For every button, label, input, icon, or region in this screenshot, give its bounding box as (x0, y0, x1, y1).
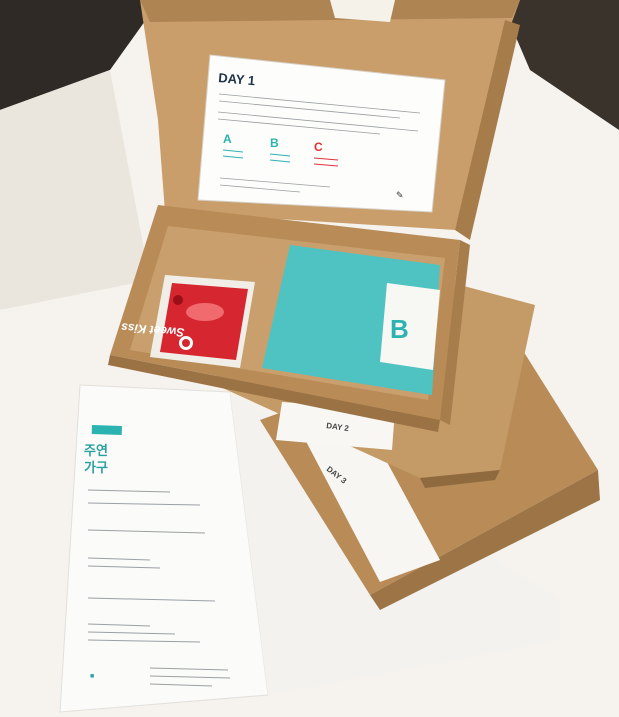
option-a-letter: A (223, 132, 232, 146)
lid-card-title: DAY 1 (218, 70, 256, 88)
teal-card-label-area (380, 283, 440, 370)
lid-card: DAY 1 A B C ✎ (197, 54, 446, 213)
photo-scene: 주연 가구 ■ DAY 3 DAY 2 DAY 1 A B C ✎ Sweet … (0, 0, 619, 717)
option-c-letter: C (314, 140, 323, 154)
worksheet-tag (91, 425, 122, 436)
worksheet-heading-line1: 주연 (84, 443, 108, 458)
scene-svg: 주연 가구 ■ DAY 3 DAY 2 DAY 1 A B C ✎ Sweet … (0, 0, 619, 717)
teal-card-letter: B (390, 314, 409, 344)
box-day1-lid: DAY 1 A B C ✎ (140, 0, 520, 240)
option-b-letter: B (270, 136, 279, 150)
worksheet-footer-mark: ■ (90, 673, 94, 680)
cherry-graphic (173, 295, 183, 305)
worksheet-heading-line2: 가구 (84, 460, 108, 475)
lips-graphic (186, 303, 224, 321)
lid-card-doodle: ✎ (396, 190, 404, 200)
